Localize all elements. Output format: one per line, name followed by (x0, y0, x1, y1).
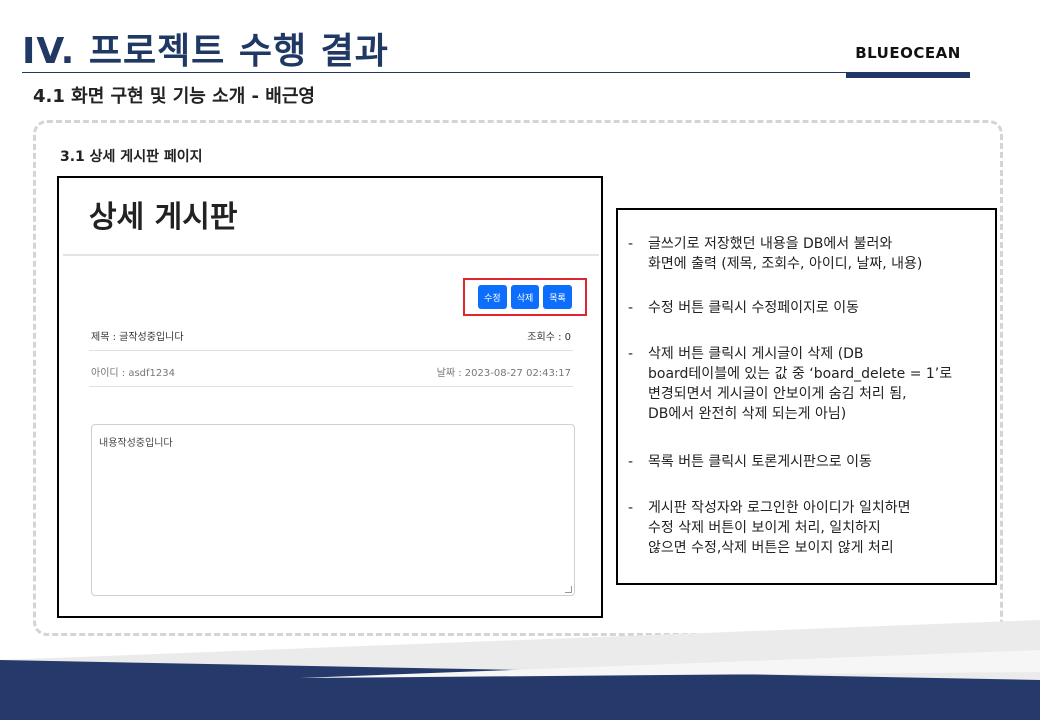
resize-handle-icon[interactable] (565, 586, 572, 593)
description-bullet: - 목록 버튼 클릭시 토론게시판으로 이동 (628, 452, 991, 472)
delete-button[interactable]: 삭제 (510, 285, 540, 309)
row-divider (89, 386, 573, 387)
post-author: 아이디 : asdf1234 (91, 368, 175, 379)
brand-underline-bar (846, 73, 970, 78)
bullet-line: 수정 버튼 클릭시 수정페이지로 이동 (648, 300, 859, 316)
bullet-line: board테이블에 있는 값 중 ‘board_delete = 1’로 (648, 366, 953, 382)
bullet-dash: - (628, 300, 634, 316)
bullet-dash: - (628, 454, 634, 470)
bullet-dash: - (628, 346, 634, 362)
description-bullet: - 게시판 작성자와 로그인한 아이디가 일치하면 수정 삭제 버튼이 보이게 … (628, 498, 991, 558)
footer-decoration (0, 620, 1040, 720)
post-content: 내용작성중입니다 (99, 438, 173, 449)
bullet-line: 목록 버튼 클릭시 토론게시판으로 이동 (648, 454, 872, 470)
page-title: IV. 프로젝트 수행 결과 (22, 31, 389, 72)
post-views: 조회수 : 0 (527, 332, 571, 343)
brand-label: BLUEOCEAN (855, 44, 961, 62)
description-bullet: - 글쓰기로 저장했던 내용을 DB에서 불러와 화면에 출력 (제목, 조회수… (628, 234, 991, 274)
post-date: 날짜 : 2023-08-27 02:43:17 (436, 368, 571, 379)
list-button[interactable]: 목록 (543, 285, 572, 309)
description-bullet: - 수정 버튼 클릭시 수정페이지로 이동 (628, 298, 991, 318)
action-button-group: 수정 삭제 목록 (463, 278, 587, 316)
bullet-line: 않으면 수정,삭제 버튼은 보이지 않게 처리 (648, 540, 894, 556)
bullet-dash: - (628, 236, 634, 252)
board-heading: 상세 게시판 (89, 200, 238, 235)
bullet-line: 수정 삭제 버튼이 보이게 처리, 일치하지 (648, 520, 881, 536)
section-subtitle: 4.1 화면 구현 및 기능 소개 - 배근영 (33, 86, 315, 107)
bullet-line: 변경되면서 게시글이 안보이게 숨김 처리 됨, (648, 386, 907, 402)
post-content-textarea[interactable]: 내용작성중입니다 (91, 424, 575, 596)
heading-divider (63, 254, 599, 256)
description-box: - 글쓰기로 저장했던 내용을 DB에서 불러와 화면에 출력 (제목, 조회수… (616, 208, 997, 585)
bullet-line: 화면에 출력 (제목, 조회수, 아이디, 날짜, 내용) (648, 256, 923, 272)
bullet-line: 게시판 작성자와 로그인한 아이디가 일치하면 (648, 500, 911, 516)
description-bullet: - 삭제 버튼 클릭시 게시글이 삭제 (DB board테이블에 있는 값 중… (628, 344, 991, 424)
detail-board-screenshot: 상세 게시판 수정 삭제 목록 제목 : 글작성중입니다 조회수 : 0 아이디… (57, 176, 603, 618)
bullet-line: DB에서 완전히 삭제 되는게 아님) (648, 406, 847, 422)
title-underline (22, 72, 970, 73)
bullet-line: 삭제 버튼 클릭시 게시글이 삭제 (DB (648, 346, 864, 362)
section-label: 3.1 상세 게시판 페이지 (60, 149, 203, 165)
post-title: 제목 : 글작성중입니다 (91, 332, 184, 343)
row-divider (89, 350, 573, 351)
edit-button[interactable]: 수정 (478, 285, 507, 309)
bullet-line: 글쓰기로 저장했던 내용을 DB에서 불러와 (648, 236, 893, 252)
bullet-dash: - (628, 500, 634, 516)
